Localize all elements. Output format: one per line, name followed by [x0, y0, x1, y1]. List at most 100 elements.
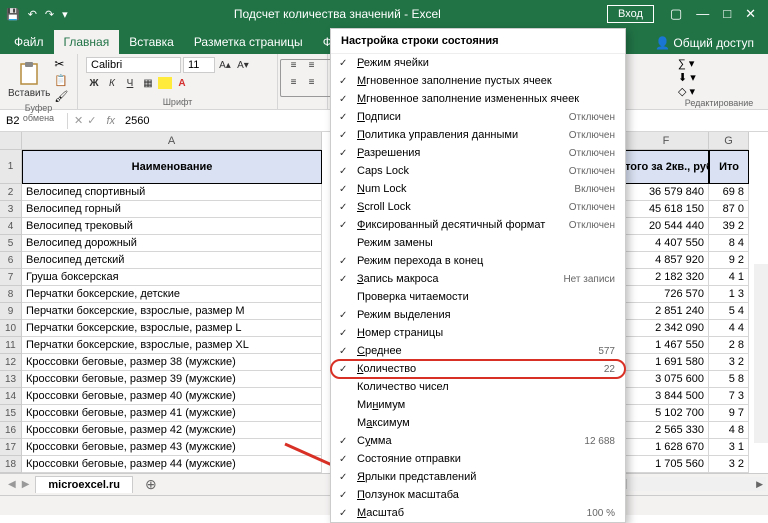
row-header[interactable]: 8: [0, 286, 22, 303]
context-menu-item[interactable]: ✓Caps LockОтключен: [331, 162, 625, 180]
copy-icon[interactable]: 📋: [54, 74, 68, 87]
save-icon[interactable]: 💾: [6, 8, 20, 21]
cell[interactable]: 36 579 840: [624, 184, 709, 201]
cell[interactable]: Велосипед трековый: [22, 218, 322, 235]
cell[interactable]: 2 8: [709, 337, 749, 354]
cell[interactable]: 8 4: [709, 235, 749, 252]
cell[interactable]: 3 075 600: [624, 371, 709, 388]
context-menu-item[interactable]: ✓Фиксированный десятичный форматОтключен: [331, 216, 625, 234]
increase-font-icon[interactable]: A▴: [217, 57, 233, 73]
select-all-corner[interactable]: [0, 132, 22, 150]
cell[interactable]: 1 691 580: [624, 354, 709, 371]
cell[interactable]: 69 8: [709, 184, 749, 201]
context-menu-item[interactable]: ✓Запись макросаНет записи: [331, 270, 625, 288]
close-icon[interactable]: ✕: [745, 6, 756, 22]
context-menu-item[interactable]: ✓Состояние отправки: [331, 450, 625, 468]
cancel-formula-icon[interactable]: ✕: [74, 114, 83, 127]
row-header[interactable]: 2: [0, 184, 22, 201]
row-header[interactable]: 15: [0, 405, 22, 422]
col-header[interactable]: G: [709, 132, 749, 150]
row-header[interactable]: 12: [0, 354, 22, 371]
minimize-icon[interactable]: —: [696, 6, 709, 22]
vertical-scrollbar[interactable]: [754, 264, 768, 443]
context-menu-item[interactable]: ✓Масштаб100 %: [331, 504, 625, 522]
cell[interactable]: Велосипед горный: [22, 201, 322, 218]
cell[interactable]: Кроссовки беговые, размер 40 (мужские): [22, 388, 322, 405]
login-button[interactable]: Вход: [607, 5, 654, 23]
fx-icon[interactable]: fx: [102, 115, 119, 127]
cell[interactable]: Кроссовки беговые, размер 41 (мужские): [22, 405, 322, 422]
row-header[interactable]: 9: [0, 303, 22, 320]
tab-главная[interactable]: Главная: [54, 30, 120, 54]
context-menu-item[interactable]: ✓Режим перехода в конец: [331, 252, 625, 270]
table-header-cell[interactable]: Ито: [709, 150, 749, 184]
cell[interactable]: 2 851 240: [624, 303, 709, 320]
cell[interactable]: 726 570: [624, 286, 709, 303]
cell[interactable]: 9 7: [709, 405, 749, 422]
context-menu-item[interactable]: ✓ПодписиОтключен: [331, 108, 625, 126]
cell[interactable]: 1 3: [709, 286, 749, 303]
row-header[interactable]: 6: [0, 252, 22, 269]
cell[interactable]: Кроссовки беговые, размер 44 (мужские): [22, 456, 322, 473]
row-header[interactable]: 10: [0, 320, 22, 337]
cell[interactable]: 3 1: [709, 439, 749, 456]
cell[interactable]: 4 857 920: [624, 252, 709, 269]
cell[interactable]: 3 844 500: [624, 388, 709, 405]
cell[interactable]: 4 1: [709, 269, 749, 286]
context-menu-item[interactable]: ✓Режим выделения: [331, 306, 625, 324]
cell[interactable]: Перчатки боксерские, взрослые, размер XL: [22, 337, 322, 354]
cell[interactable]: Перчатки боксерские, взрослые, размер M: [22, 303, 322, 320]
context-menu-item[interactable]: ✓Мгновенное заполнение пустых ячеек: [331, 72, 625, 90]
row-header[interactable]: 4: [0, 218, 22, 235]
cell[interactable]: Кроссовки беговые, размер 38 (мужские): [22, 354, 322, 371]
bold-button[interactable]: Ж: [86, 75, 102, 91]
row-header[interactable]: 13: [0, 371, 22, 388]
row-header[interactable]: 3: [0, 201, 22, 218]
context-menu-item[interactable]: ✓Среднее577: [331, 342, 625, 360]
cut-icon[interactable]: ✂: [54, 57, 68, 71]
cell[interactable]: 7 3: [709, 388, 749, 405]
enter-formula-icon[interactable]: ✓: [87, 114, 96, 127]
context-menu-item[interactable]: Максимум: [331, 414, 625, 432]
context-menu-item[interactable]: ✓Мгновенное заполнение измененных ячеек: [331, 90, 625, 108]
italic-button[interactable]: К: [104, 75, 120, 91]
cell[interactable]: Кроссовки беговые, размер 43 (мужские): [22, 439, 322, 456]
context-menu-item[interactable]: ✓Ползунок масштаба: [331, 486, 625, 504]
next-sheet-icon[interactable]: ▶: [22, 479, 30, 490]
font-color-button[interactable]: A: [174, 75, 190, 91]
tab-разметка страницы[interactable]: Разметка страницы: [184, 30, 313, 54]
cell[interactable]: 2 565 330: [624, 422, 709, 439]
context-menu-item[interactable]: ✓Ярлыки представлений: [331, 468, 625, 486]
redo-icon[interactable]: ↷: [45, 8, 54, 21]
fill-color-button[interactable]: [158, 77, 172, 89]
maximize-icon[interactable]: □: [723, 6, 731, 22]
cell[interactable]: Кроссовки беговые, размер 39 (мужские): [22, 371, 322, 388]
fill-icon[interactable]: ⬇ ▾: [678, 72, 696, 84]
row-header[interactable]: 17: [0, 439, 22, 456]
cell[interactable]: Велосипед детский: [22, 252, 322, 269]
context-menu-item[interactable]: ✓Режим ячейки: [331, 54, 625, 72]
context-menu-item[interactable]: Минимум: [331, 396, 625, 414]
cell[interactable]: 2 182 320: [624, 269, 709, 286]
table-header-cell[interactable]: Наименование: [22, 150, 322, 184]
cell[interactable]: 5 8: [709, 371, 749, 388]
paste-button[interactable]: Вставить: [8, 62, 50, 99]
cell[interactable]: 4 4: [709, 320, 749, 337]
row-header[interactable]: 7: [0, 269, 22, 286]
row-header[interactable]: 1: [0, 150, 22, 184]
add-sheet-button[interactable]: ⊕: [139, 476, 163, 493]
underline-button[interactable]: Ч: [122, 75, 138, 91]
sheet-tab[interactable]: microexcel.ru: [35, 476, 133, 493]
cell[interactable]: 20 544 440: [624, 218, 709, 235]
row-header[interactable]: 14: [0, 388, 22, 405]
font-name-select[interactable]: Calibri: [86, 57, 181, 73]
row-header[interactable]: 16: [0, 422, 22, 439]
context-menu-item[interactable]: ✓Количество22: [331, 360, 625, 378]
context-menu-item[interactable]: Проверка читаемости: [331, 288, 625, 306]
cell[interactable]: Перчатки боксерские, взрослые, размер L: [22, 320, 322, 337]
cell[interactable]: Велосипед спортивный: [22, 184, 322, 201]
col-header[interactable]: F: [624, 132, 709, 150]
cell[interactable]: 1 467 550: [624, 337, 709, 354]
share-button[interactable]: 👤 Общий доступ: [645, 32, 764, 54]
prev-sheet-icon[interactable]: ◀: [8, 479, 16, 490]
